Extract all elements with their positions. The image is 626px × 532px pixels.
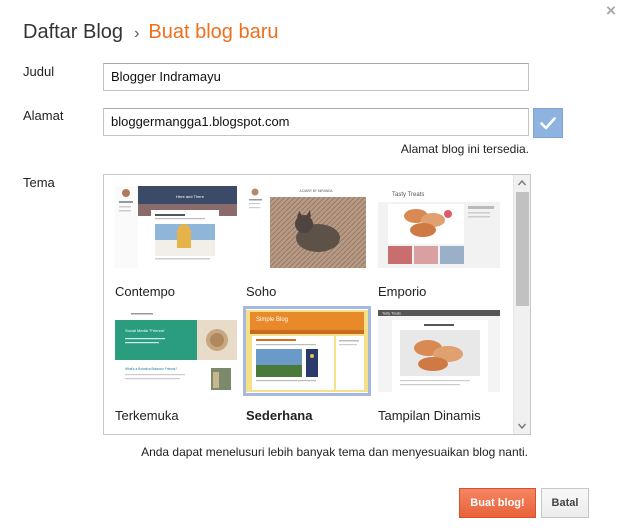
scroll-up-icon[interactable] — [514, 175, 530, 191]
emporio-thumb-heading: Tasty Treats — [392, 192, 424, 198]
breadcrumb-separator-icon: › — [134, 25, 140, 42]
theme-soho[interactable]: A DIARY BY MIRANDA Soho — [246, 186, 376, 299]
address-label: Alamat — [23, 108, 64, 123]
theme-thumbnail: Social Media "Friends" What's a Botanica… — [115, 310, 237, 392]
title-label: Judul — [23, 64, 55, 79]
theme-name: Tampilan Dinamis — [378, 408, 481, 423]
theme-contempo[interactable]: Here and There Contempo — [115, 186, 245, 299]
breadcrumb-blog-list[interactable]: Daftar Blog — [23, 21, 123, 43]
dinamis-thumb-heading: Tasty Treats — [382, 312, 401, 316]
theme-picker: Here and There Contempo A DIARY BY MIRAN… — [103, 174, 531, 435]
theme-name: Contempo — [115, 284, 175, 299]
theme-terkemuka[interactable]: Social Media "Friends" What's a Botanica… — [115, 310, 245, 423]
check-icon — [540, 117, 556, 130]
theme-label: Tema — [23, 175, 55, 190]
close-icon[interactable]: × — [604, 2, 618, 19]
cancel-button[interactable]: Batal — [541, 488, 589, 518]
theme-tampilan-dinamis[interactable]: Tasty Treats Tampilan Dinamis — [378, 310, 508, 423]
theme-thumbnail: Tasty Treats — [378, 310, 500, 392]
theme-name: Soho — [246, 284, 277, 299]
sederhana-thumb-heading: Simple Blog — [256, 317, 288, 323]
theme-thumbnail: Here and There — [115, 186, 237, 268]
address-field[interactable]: bloggermangga1.blogspot.com — [103, 108, 529, 136]
theme-emporio[interactable]: Tasty Treats Emporio — [378, 186, 508, 299]
scroll-thumb[interactable] — [516, 192, 529, 306]
theme-thumbnail: Tasty Treats — [378, 186, 500, 268]
title-field[interactable]: Blogger Indramayu — [103, 63, 529, 91]
theme-sederhana[interactable]: Simple Blog Sederhana — [246, 310, 376, 423]
scroll-down-icon[interactable] — [514, 418, 530, 434]
soho-thumb-heading: A DIARY BY MIRANDA — [299, 189, 333, 193]
page-title: Buat blog baru — [148, 21, 279, 43]
theme-scrollbar[interactable] — [513, 175, 530, 434]
theme-name: Terkemuka — [115, 408, 179, 423]
theme-thumbnail: Simple Blog — [246, 310, 368, 392]
theme-note: Anda dapat menelusuri lebih banyak tema … — [141, 445, 528, 459]
breadcrumb: Daftar Blog › Buat blog baru — [23, 20, 279, 46]
contempo-thumb-heading: Here and There — [176, 194, 205, 199]
theme-name: Emporio — [378, 284, 427, 299]
check-address-button[interactable] — [533, 108, 563, 138]
theme-thumbnail: A DIARY BY MIRANDA — [246, 186, 368, 268]
address-status: Alamat blog ini tersedia. — [400, 142, 529, 156]
theme-name: Sederhana — [246, 408, 313, 423]
create-blog-button[interactable]: Buat blog! — [459, 488, 536, 518]
terkemuka-thumb-heading: Social Media "Friends" — [125, 328, 166, 333]
terkemuka-thumb-post: What's a Botanica Botanico Friends? — [125, 367, 177, 371]
